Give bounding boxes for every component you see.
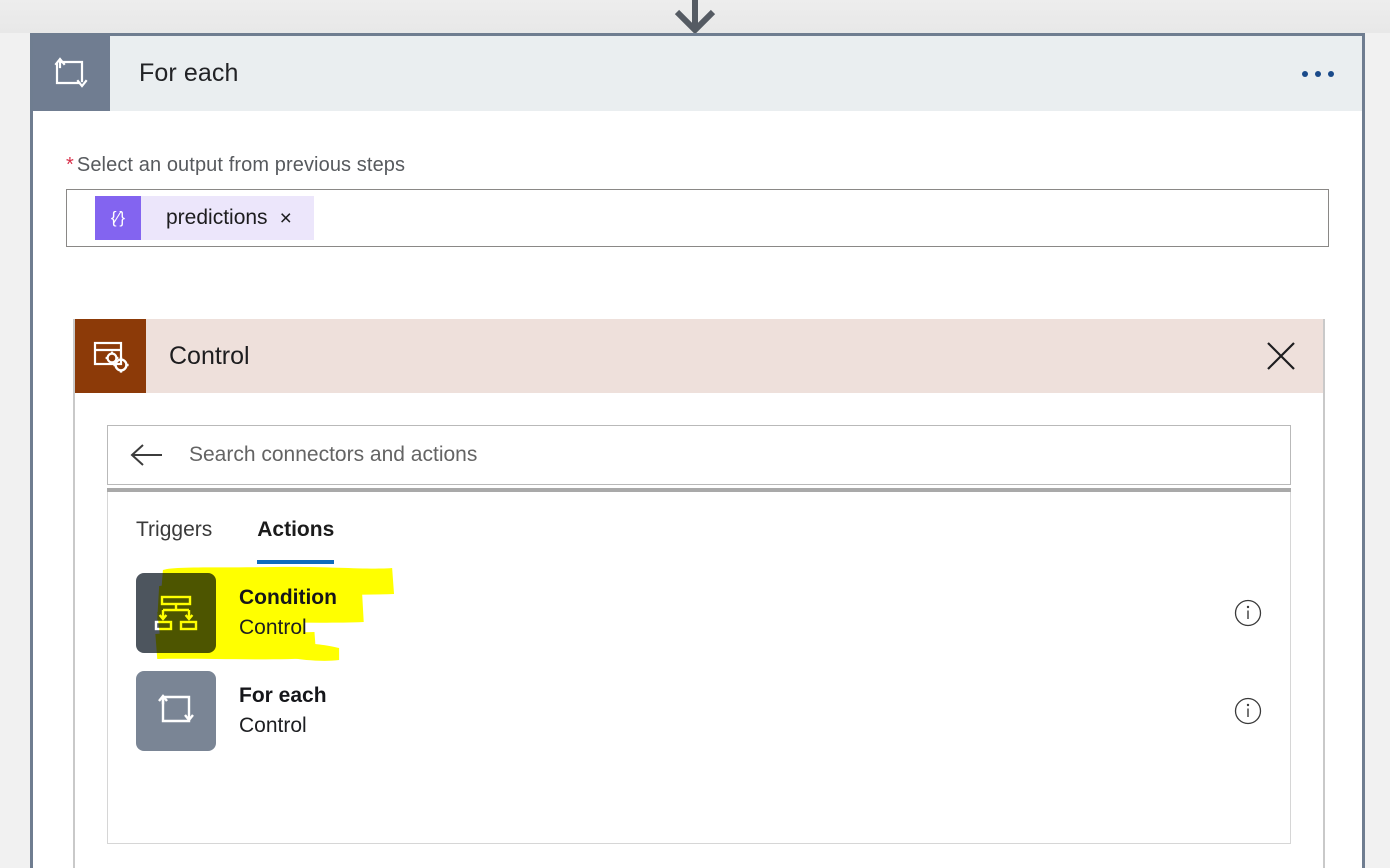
arrow-down-icon: [674, 0, 716, 34]
close-icon[interactable]: [1256, 331, 1306, 381]
search-row: Search connectors and actions: [75, 393, 1323, 485]
tab-triggers[interactable]: Triggers: [136, 518, 212, 564]
search-placeholder-text: Search connectors and actions: [189, 443, 478, 466]
token-remove-button[interactable]: ×: [280, 208, 314, 229]
control-panel-header: Control: [75, 319, 1323, 393]
ellipsis-dot: [1328, 70, 1334, 77]
token-label: predictions: [166, 206, 268, 229]
overflow-menu-button[interactable]: [1296, 61, 1340, 87]
foreach-card-title: For each: [139, 59, 239, 87]
back-arrow-icon[interactable]: [130, 443, 164, 467]
loop-icon: [33, 36, 110, 111]
required-marker: *: [66, 154, 74, 176]
tab-actions[interactable]: Actions: [257, 518, 335, 564]
dynamic-content-token[interactable]: {∕} predictions ×: [95, 196, 314, 240]
expression-icon: {∕}: [95, 196, 141, 240]
action-list-panel: Triggers Actions Condition Control For e…: [107, 492, 1291, 844]
control-panel-title: Control: [169, 341, 250, 370]
output-select-input[interactable]: {∕} predictions ×: [66, 189, 1329, 247]
action-item-text: Condition Control: [216, 583, 337, 644]
action-item-connector: Control: [239, 616, 307, 639]
ellipsis-dot: [1302, 70, 1308, 77]
control-connector-panel: Control Search connectors and actions Tr…: [73, 319, 1325, 868]
output-field-label-text: Select an output from previous steps: [76, 154, 406, 176]
action-item-for-each[interactable]: For each Control: [108, 662, 1290, 760]
info-icon[interactable]: [1234, 697, 1262, 725]
action-item-name: For each: [239, 683, 327, 707]
action-item-text: For each Control: [216, 681, 327, 742]
output-field-label: * Select an output from previous steps: [66, 154, 1329, 177]
foreach-card-header[interactable]: For each: [33, 36, 1362, 111]
foreach-card-body: * Select an output from previous steps {∕…: [33, 154, 1362, 247]
ellipsis-dot: [1315, 70, 1321, 77]
loop-icon: [136, 671, 216, 751]
control-connector-icon: [75, 319, 146, 393]
info-icon[interactable]: [1234, 599, 1262, 627]
search-input[interactable]: Search connectors and actions: [107, 425, 1291, 485]
flow-designer-canvas: For each * Select an output from previous…: [0, 0, 1390, 868]
action-item-name: Condition: [239, 585, 337, 609]
action-item-connector: Control: [239, 714, 307, 737]
action-item-condition[interactable]: Condition Control: [108, 564, 1290, 662]
connector-tabs: Triggers Actions: [108, 492, 1290, 564]
flow-connector: [0, 0, 1390, 34]
condition-icon: [136, 573, 216, 653]
